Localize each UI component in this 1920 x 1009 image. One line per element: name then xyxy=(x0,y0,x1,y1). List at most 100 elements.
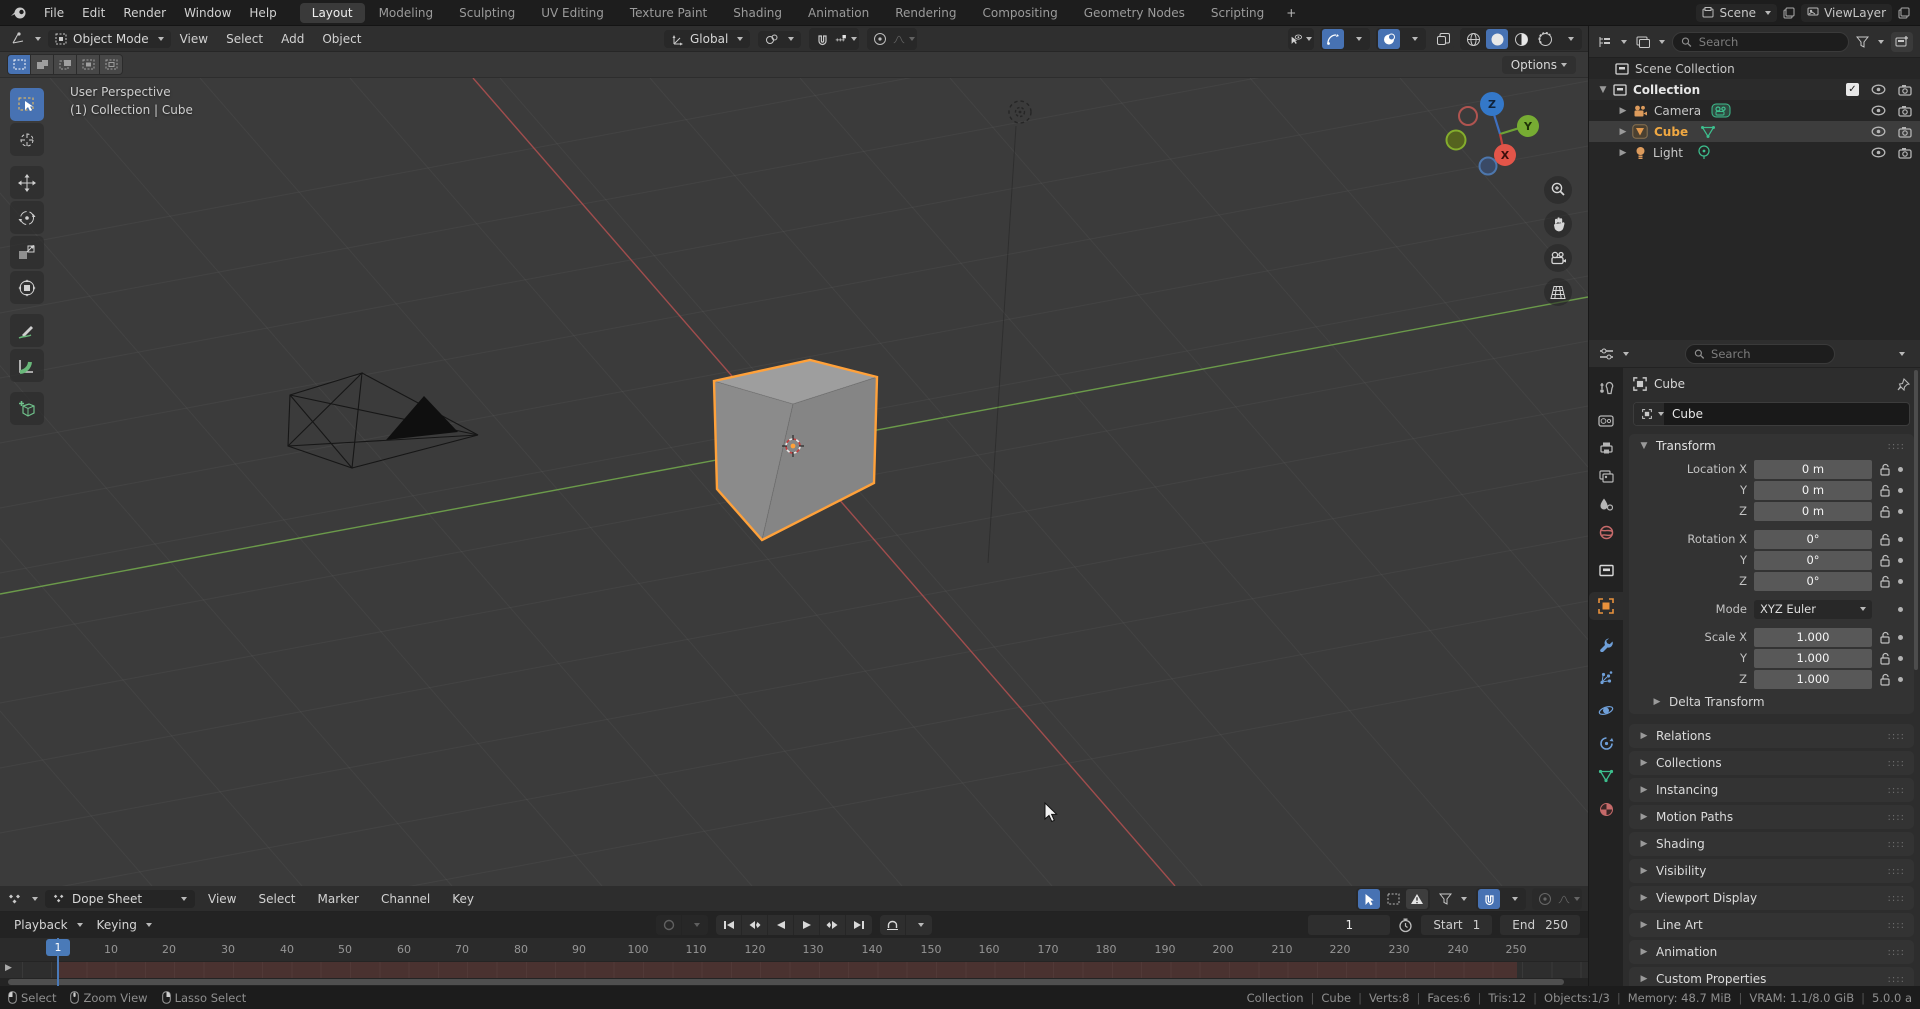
lock-icon[interactable] xyxy=(1879,463,1891,476)
viewport-menu-view[interactable]: View xyxy=(171,30,217,48)
panel-grip[interactable]: :::: xyxy=(1888,920,1905,931)
properties-search-input[interactable] xyxy=(1709,345,1826,362)
tab-object[interactable] xyxy=(1589,592,1623,620)
outliner-filter-button[interactable] xyxy=(1854,34,1886,50)
tab-modeling[interactable]: Modeling xyxy=(367,3,446,23)
collection-checkbox[interactable]: ✓ xyxy=(1846,83,1859,96)
panel-motion-paths[interactable]: ▶ Motion Paths:::: xyxy=(1629,805,1914,829)
tab-layout[interactable]: Layout xyxy=(299,2,365,23)
outliner-row-camera[interactable]: ▶ Camera xyxy=(1589,100,1920,121)
panel-grip[interactable]: :::: xyxy=(1888,758,1905,769)
timeline-menu-key[interactable]: Key xyxy=(443,890,483,908)
location-y-field[interactable]: 0 m xyxy=(1754,480,1872,500)
tab-tool[interactable] xyxy=(1589,374,1623,402)
collapse-arrow-icon[interactable]: ▼ xyxy=(1597,85,1609,95)
camera-view-button[interactable] xyxy=(1544,244,1572,272)
lock-icon[interactable] xyxy=(1879,484,1891,497)
rotation-mode-dropdown[interactable]: XYZ Euler xyxy=(1754,599,1872,619)
outliner-row-scene-collection[interactable]: Scene Collection xyxy=(1589,58,1920,79)
tool-cursor[interactable] xyxy=(10,123,44,156)
frame-start-field[interactable]: Start 1 xyxy=(1421,915,1493,935)
cube-object[interactable] xyxy=(712,358,879,542)
keying-dropdown[interactable]: Keying xyxy=(90,916,159,934)
pin-icon[interactable] xyxy=(1897,377,1910,391)
animate-dot[interactable] xyxy=(1898,634,1903,640)
animate-dot[interactable] xyxy=(1898,536,1903,542)
viewlayer-selector[interactable]: ViewLayer xyxy=(1801,3,1892,22)
render-visibility-icon[interactable] xyxy=(1898,105,1912,117)
timeline-editor-type-button[interactable] xyxy=(5,891,41,907)
properties-editor-type-button[interactable] xyxy=(1597,346,1631,362)
select-mode-extend-button[interactable] xyxy=(31,55,53,74)
eye-icon[interactable] xyxy=(1871,105,1886,116)
camera-object[interactable] xyxy=(287,372,479,469)
timeline-scrollbar[interactable] xyxy=(0,978,1588,986)
pivot-point-dropdown[interactable] xyxy=(758,30,802,48)
tab-scripting[interactable]: Scripting xyxy=(1199,3,1276,23)
tab-compositing[interactable]: Compositing xyxy=(970,3,1069,23)
new-viewlayer-icon[interactable] xyxy=(1898,7,1910,19)
toggle-ortho-button[interactable] xyxy=(1544,278,1572,306)
eye-icon[interactable] xyxy=(1871,126,1886,137)
panel-grip[interactable]: :::: xyxy=(1888,974,1905,985)
animate-dot[interactable] xyxy=(1898,466,1903,472)
panel-viewport-display[interactable]: ▶ Viewport Display:::: xyxy=(1629,886,1914,910)
tool-rotate[interactable] xyxy=(10,201,44,234)
blender-logo-icon[interactable] xyxy=(10,6,27,20)
tab-particles[interactable] xyxy=(1589,663,1623,691)
only-selected-button[interactable] xyxy=(1358,889,1380,909)
play-button[interactable] xyxy=(794,915,820,935)
panel-collections[interactable]: ▶ Collections:::: xyxy=(1629,751,1914,775)
outliner-search[interactable] xyxy=(1672,31,1849,52)
gizmo-neg-z[interactable] xyxy=(1478,156,1498,176)
lock-icon[interactable] xyxy=(1879,575,1891,588)
timeline-proportional-button[interactable] xyxy=(1534,889,1556,909)
timeline-filter-button[interactable] xyxy=(1436,891,1470,907)
lock-icon[interactable] xyxy=(1879,631,1891,644)
loop-playback-button[interactable] xyxy=(880,915,906,935)
select-mode-invert-button[interactable] xyxy=(77,55,99,74)
gizmo-neg-y[interactable] xyxy=(1445,129,1467,151)
jump-to-start-button[interactable] xyxy=(716,915,742,935)
timeline-mode-dropdown[interactable]: Dope Sheet xyxy=(45,889,195,908)
next-keyframe-button[interactable] xyxy=(820,915,846,935)
new-scene-icon[interactable] xyxy=(1783,7,1795,19)
expand-arrow-icon[interactable]: ▶ xyxy=(1617,148,1629,158)
properties-scrollbar[interactable] xyxy=(1914,370,1918,670)
location-x-field[interactable]: 0 m xyxy=(1754,459,1872,479)
rotation-x-field[interactable]: 0° xyxy=(1754,529,1872,549)
panel-line-art[interactable]: ▶ Line Art:::: xyxy=(1629,913,1914,937)
panel-grip[interactable]: :::: xyxy=(1888,731,1905,742)
timeline-menu-view[interactable]: View xyxy=(199,890,245,908)
scale-z-field[interactable]: 1.000 xyxy=(1754,669,1872,689)
select-mode-intersect-button[interactable] xyxy=(100,55,122,74)
show-gizmos-button[interactable] xyxy=(1322,29,1344,49)
only-errors-button[interactable] xyxy=(1406,889,1428,909)
viewport-menu-select[interactable]: Select xyxy=(217,30,272,48)
delta-transform-subpanel[interactable]: ▶ Delta Transform xyxy=(1629,690,1914,714)
tab-shading[interactable]: Shading xyxy=(721,3,794,23)
animate-dot[interactable] xyxy=(1898,508,1903,514)
tab-rendering[interactable]: Rendering xyxy=(883,3,968,23)
tab-modifiers[interactable] xyxy=(1589,630,1623,658)
render-visibility-icon[interactable] xyxy=(1898,84,1912,96)
animate-dot[interactable] xyxy=(1898,578,1903,584)
editor-type-button[interactable] xyxy=(4,30,48,47)
viewport-3d[interactable]: User Perspective (1) Collection | Cube Z… xyxy=(0,78,1588,886)
menu-window[interactable]: Window xyxy=(175,4,240,22)
tool-annotate[interactable] xyxy=(10,314,44,347)
tab-animation[interactable]: Animation xyxy=(796,3,881,23)
add-workspace-button[interactable]: + xyxy=(1278,4,1304,22)
timeline-channels[interactable]: ▶ xyxy=(0,962,1588,978)
viewport-menu-object[interactable]: Object xyxy=(313,30,370,48)
mode-dropdown[interactable]: Object Mode xyxy=(48,29,171,48)
tab-sculpting[interactable]: Sculpting xyxy=(447,3,527,23)
timeline-snap-button[interactable] xyxy=(1478,889,1500,909)
tool-measure[interactable] xyxy=(10,349,44,382)
jump-to-end-button[interactable] xyxy=(846,915,872,935)
tab-uv-editing[interactable]: UV Editing xyxy=(529,3,616,23)
tab-object-data[interactable] xyxy=(1589,762,1623,790)
lock-icon[interactable] xyxy=(1879,505,1891,518)
timeline-ruler[interactable]: 10 20 30 40 50 60 70 80 90 100 110 120 1… xyxy=(0,938,1588,962)
zoom-view-button[interactable] xyxy=(1544,176,1572,204)
